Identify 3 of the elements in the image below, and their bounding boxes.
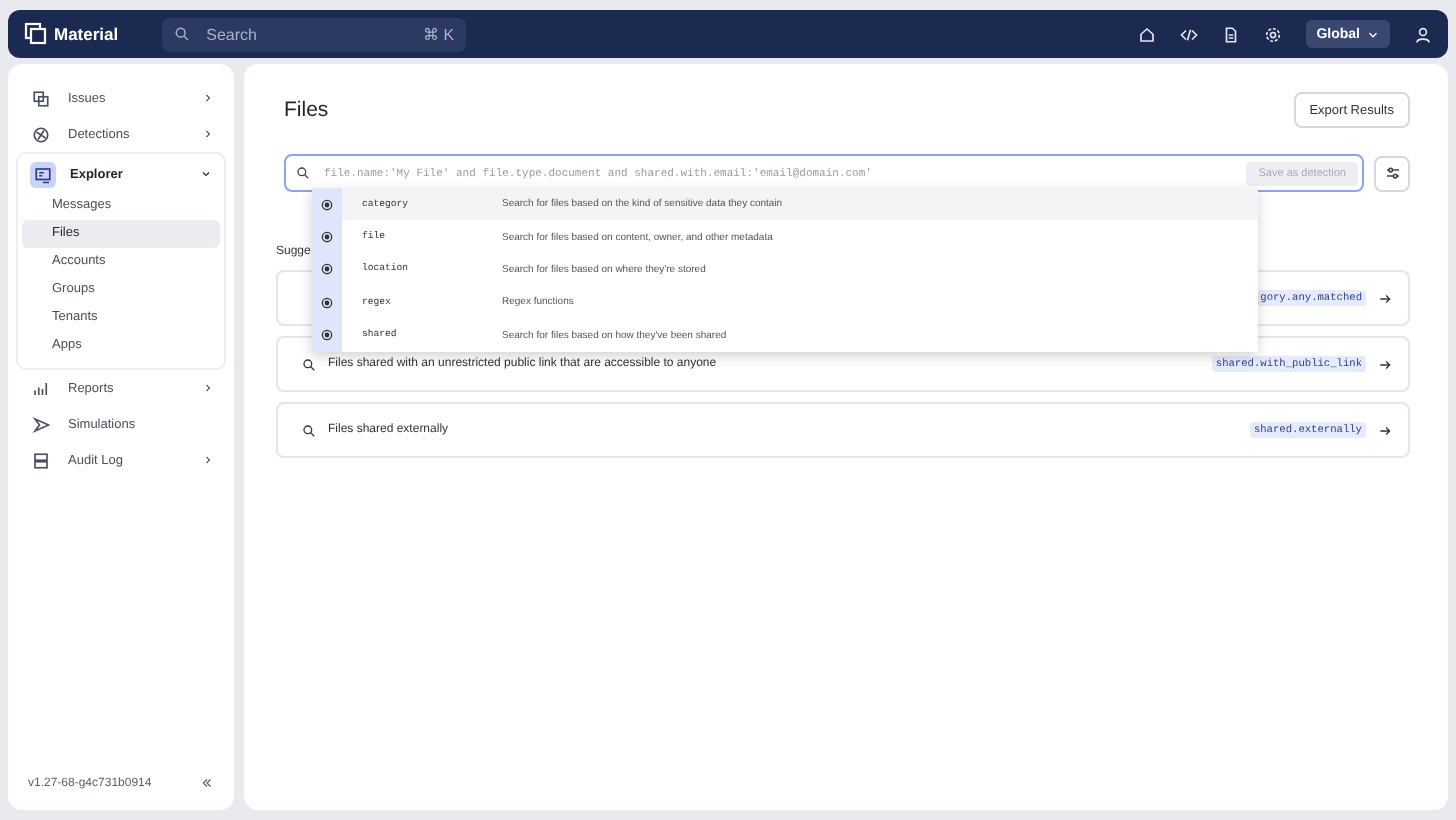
shortcut-hint: ⌘ K [423,25,455,43]
app-name: Material [54,24,119,44]
page-title: Files [284,98,329,122]
